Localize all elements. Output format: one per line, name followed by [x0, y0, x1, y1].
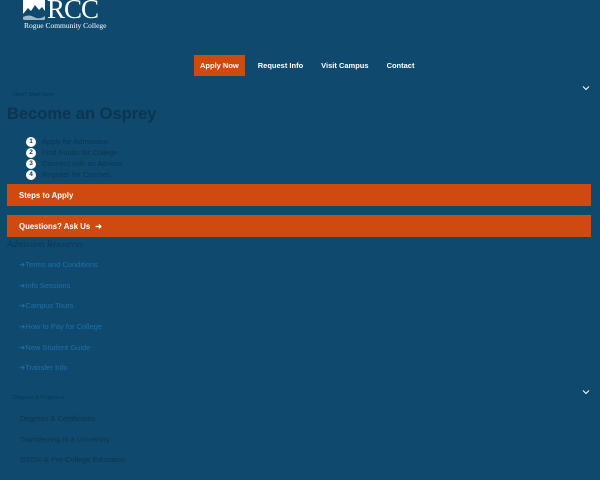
programs-list: Degrees & Certificates Transferring to a… — [20, 414, 126, 476]
steps-to-apply-button[interactable]: Steps to Apply — [7, 184, 591, 206]
step-item[interactable]: 1 Apply for Admission — [26, 136, 122, 147]
questions-ask-us-button[interactable]: Questions? Ask Us ➜ — [7, 215, 591, 237]
section-heading-degrees[interactable]: Degrees & Programs — [13, 395, 64, 401]
step-number: 1 — [26, 136, 36, 147]
program-link[interactable]: Degrees & Certificates — [20, 414, 126, 435]
steps-to-apply-label: Steps to Apply — [19, 190, 74, 200]
resource-link[interactable]: ➜ How to Pay for College — [19, 322, 102, 343]
resource-link[interactable]: ➜ Campus Tours — [19, 301, 102, 322]
step-label: Register for Courses — [42, 170, 111, 179]
resource-link[interactable]: ➜ Transfer Info — [19, 363, 102, 384]
arrow-right-icon: ➜ — [95, 221, 102, 231]
step-number: 4 — [26, 169, 36, 180]
college-name: Rogue Community College — [24, 21, 107, 30]
rcc-logo[interactable]: RCC Rogue Community College — [23, 0, 113, 34]
chevron-down-icon[interactable] — [582, 389, 590, 395]
resource-link-label: Campus Tours — [25, 301, 74, 311]
step-item[interactable]: 2 Find Funds for College — [26, 147, 122, 158]
chevron-down-icon[interactable] — [582, 85, 590, 91]
section-heading-new[interactable]: New? Start Here — [13, 92, 54, 98]
steps-list: 1 Apply for Admission 2 Find Funds for C… — [26, 136, 122, 180]
program-link[interactable]: Transferring to a University — [20, 435, 126, 456]
step-item[interactable]: 4 Register for Courses — [26, 169, 122, 180]
resource-link[interactable]: ➜ New Student Guide — [19, 343, 102, 364]
step-label: Apply for Admission — [42, 137, 108, 146]
apply-now-button[interactable]: Apply Now — [194, 55, 245, 76]
contact-button[interactable]: Contact — [381, 55, 421, 76]
step-label: Find Funds for College — [42, 148, 118, 157]
resource-link-label: How to Pay for College — [25, 322, 102, 332]
resource-link-label: New Student Guide — [25, 342, 91, 352]
page-title: Become an Osprey — [7, 105, 157, 123]
mountain-logo-icon — [23, 0, 45, 20]
resource-link-label: Terms and Conditions — [25, 260, 98, 269]
resource-link[interactable]: ➜ Terms and Conditions — [19, 260, 102, 281]
step-label: Connect with an Adviser — [42, 159, 123, 168]
request-info-button[interactable]: Request Info — [252, 55, 309, 76]
resource-link-label: Transfer Info — [25, 363, 68, 373]
step-number: 3 — [26, 158, 36, 169]
program-link[interactable]: GED® & Pre-College Education — [20, 455, 126, 476]
step-number: 2 — [26, 147, 36, 158]
step-item[interactable]: 3 Connect with an Adviser — [26, 158, 122, 169]
top-nav: Apply Now Request Info Visit Campus Cont… — [194, 55, 423, 76]
visit-campus-button[interactable]: Visit Campus — [315, 55, 374, 76]
resource-link-label: Info Sessions — [25, 280, 71, 290]
resource-link[interactable]: ➜ Info Sessions — [19, 281, 102, 302]
admission-resources-list: ➜ Terms and Conditions ➜ Info Sessions ➜ Ca… — [19, 260, 102, 384]
admission-resources-heading: Admission Resources — [7, 239, 84, 249]
questions-ask-us-label: Questions? Ask Us — [19, 221, 91, 231]
